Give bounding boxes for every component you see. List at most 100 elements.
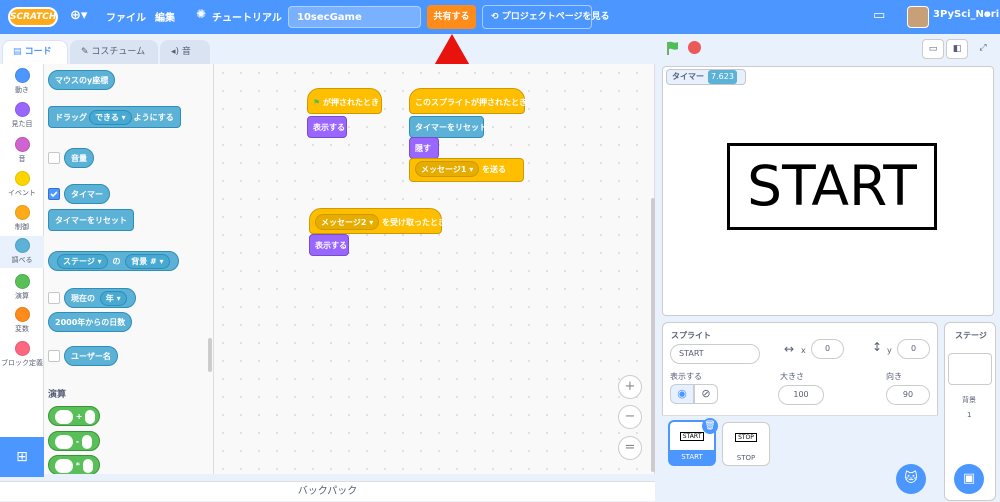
username-checkbox[interactable] (48, 350, 60, 362)
block-current[interactable]: 現在の 年 ▾ (64, 288, 136, 308)
block-multiply[interactable]: * (48, 455, 100, 474)
category-label: 動き (15, 86, 29, 94)
folder-icon[interactable]: ▭ (873, 8, 885, 23)
tab-sound-label: 音 (181, 47, 191, 57)
block-show-2[interactable]: 表示する (309, 234, 349, 256)
block-when-flag-clicked[interactable]: ⚑ が押されたとき (307, 88, 382, 114)
zoom-in-button[interactable]: + (618, 375, 642, 399)
backpack[interactable]: バックパック (0, 481, 655, 501)
dropdown-value: メッセージ1 (421, 165, 467, 174)
chevron-down-icon[interactable]: ▾ (985, 9, 990, 20)
normal-stage-icon[interactable]: ◧ (946, 39, 968, 59)
category-motion[interactable]: 動き (0, 68, 44, 95)
start-sprite[interactable]: START (727, 143, 937, 230)
dropdown-value: 年 (105, 294, 114, 303)
green-flag-icon[interactable] (666, 41, 680, 55)
block-broadcast[interactable]: メッセージ1 ▾ を送る (409, 158, 524, 182)
block-show[interactable]: 表示する (307, 116, 347, 138)
category-my-blocks[interactable]: ブロック定義 (0, 341, 44, 368)
dropdown-value: できる (95, 113, 119, 122)
block-add[interactable]: + (48, 406, 100, 426)
block-of[interactable]: ステージ ▾ の 背景 # ▾ (48, 251, 179, 271)
x-arrow-icon: ↔ (784, 342, 795, 356)
timer-checkbox[interactable] (48, 188, 60, 200)
block-mouse-y[interactable]: マウスのy座標 (48, 70, 116, 90)
block-days-since-2000[interactable]: 2000年からの日数 (48, 312, 133, 332)
block-timer[interactable]: タイマー (64, 184, 110, 204)
current-checkbox[interactable] (48, 292, 60, 304)
add-sprite-button[interactable]: 🐱 (896, 464, 926, 494)
project-page-button[interactable]: ⟲ プロジェクトページを見る (482, 5, 610, 29)
block-set-drag-mode[interactable]: ドラッグ できる ▾ ようにする (48, 106, 181, 128)
check-icon (50, 191, 58, 198)
scratch-logo[interactable]: SCRATCH (8, 7, 58, 27)
sprite-name-field[interactable]: START (670, 344, 760, 364)
block-reset-timer[interactable]: タイマーをリセット (48, 209, 134, 231)
avatar[interactable] (907, 6, 929, 28)
sprite-thumb-stop[interactable]: STOP STOP (722, 422, 770, 466)
current-dropdown[interactable]: 年 ▾ (99, 291, 127, 306)
palette-scrollbar[interactable] (208, 338, 212, 372)
operand-slot[interactable] (81, 434, 92, 449)
category-events[interactable]: イベント (0, 171, 44, 198)
y-field[interactable]: 0 (897, 339, 930, 359)
stage-dropdown[interactable]: ステージ ▾ (57, 254, 108, 269)
category-operators[interactable]: 演算 (0, 274, 44, 301)
message-dropdown[interactable]: メッセージ1 ▾ (415, 161, 480, 177)
size-field[interactable]: 100 (778, 385, 824, 405)
category-sensing[interactable]: 調べる (0, 236, 44, 268)
green-flag-icon: ⚑ (313, 98, 321, 107)
project-title-input[interactable]: 10secGame (288, 6, 421, 28)
operand-slot[interactable] (85, 409, 96, 424)
monitor-value: 7.623 (708, 70, 737, 84)
sprite-name: START (670, 450, 714, 464)
size-label: 大きさ (780, 372, 804, 381)
tab-costume[interactable]: ✎ コスチューム (70, 40, 158, 64)
add-extension-button[interactable]: ⊞ (0, 437, 44, 477)
fullscreen-icon[interactable]: ⤢ (972, 39, 994, 59)
workspace-scrollbar[interactable] (651, 198, 655, 472)
property-dropdown[interactable]: 背景 # ▾ (125, 254, 170, 269)
block-subtract[interactable]: - (48, 431, 100, 451)
remix-icon: ⟲ (491, 12, 502, 22)
category-variables[interactable]: 変数 (0, 307, 44, 334)
tab-code-label: コード (24, 47, 52, 57)
block-username[interactable]: ユーザー名 (64, 346, 118, 366)
globe-icon[interactable]: ⊕▾ (70, 8, 87, 23)
trash-icon[interactable]: 🗑 (702, 418, 718, 434)
tab-code[interactable]: ▤ コード (2, 40, 68, 64)
zoom-out-button[interactable]: − (618, 405, 642, 429)
category-control[interactable]: 制御 (0, 205, 44, 232)
hide-eye-icon[interactable]: ⊘ (694, 384, 718, 404)
block-hide[interactable]: 隠す (409, 137, 439, 159)
file-menu[interactable]: ファイル (106, 9, 146, 24)
category-sound[interactable]: 音 (0, 137, 44, 164)
category-label: 音 (18, 155, 26, 163)
stop-icon[interactable] (688, 41, 701, 54)
zoom-reset-button[interactable]: = (618, 436, 642, 460)
x-field[interactable]: 0 (811, 339, 844, 359)
add-backdrop-button[interactable]: ▣ (954, 464, 984, 494)
block-when-sprite-clicked[interactable]: このスプライトが押されたとき (409, 88, 527, 114)
loudness-checkbox[interactable] (48, 152, 60, 164)
block-loudness[interactable]: 音量 (64, 148, 94, 168)
operand-slot[interactable] (55, 434, 73, 449)
direction-field[interactable]: 90 (886, 385, 930, 405)
category-looks[interactable]: 見た目 (0, 102, 44, 129)
block-when-receive[interactable]: メッセージ2 ▾ を受け取ったとき (309, 208, 446, 234)
category-dot (14, 205, 30, 220)
show-eye-icon[interactable]: ◉ (670, 384, 694, 404)
category-dot (14, 238, 30, 253)
message-dropdown[interactable]: メッセージ2 ▾ (315, 214, 380, 230)
tutorial-menu[interactable]: チュートリアル (212, 9, 282, 24)
operand-slot[interactable] (82, 458, 93, 473)
stage-thumb[interactable] (948, 353, 992, 385)
operand-slot[interactable] (55, 409, 73, 424)
share-button[interactable]: 共有する (427, 5, 476, 29)
small-stage-icon[interactable]: ▭ (922, 39, 944, 59)
drag-mode-dropdown[interactable]: できる ▾ (89, 110, 132, 125)
operand-slot[interactable] (55, 458, 73, 473)
tab-sound[interactable]: ◂) 音 (160, 40, 210, 64)
block-reset-timer-ws[interactable]: タイマーをリセット (409, 116, 487, 138)
edit-menu[interactable]: 編集 (155, 9, 175, 24)
